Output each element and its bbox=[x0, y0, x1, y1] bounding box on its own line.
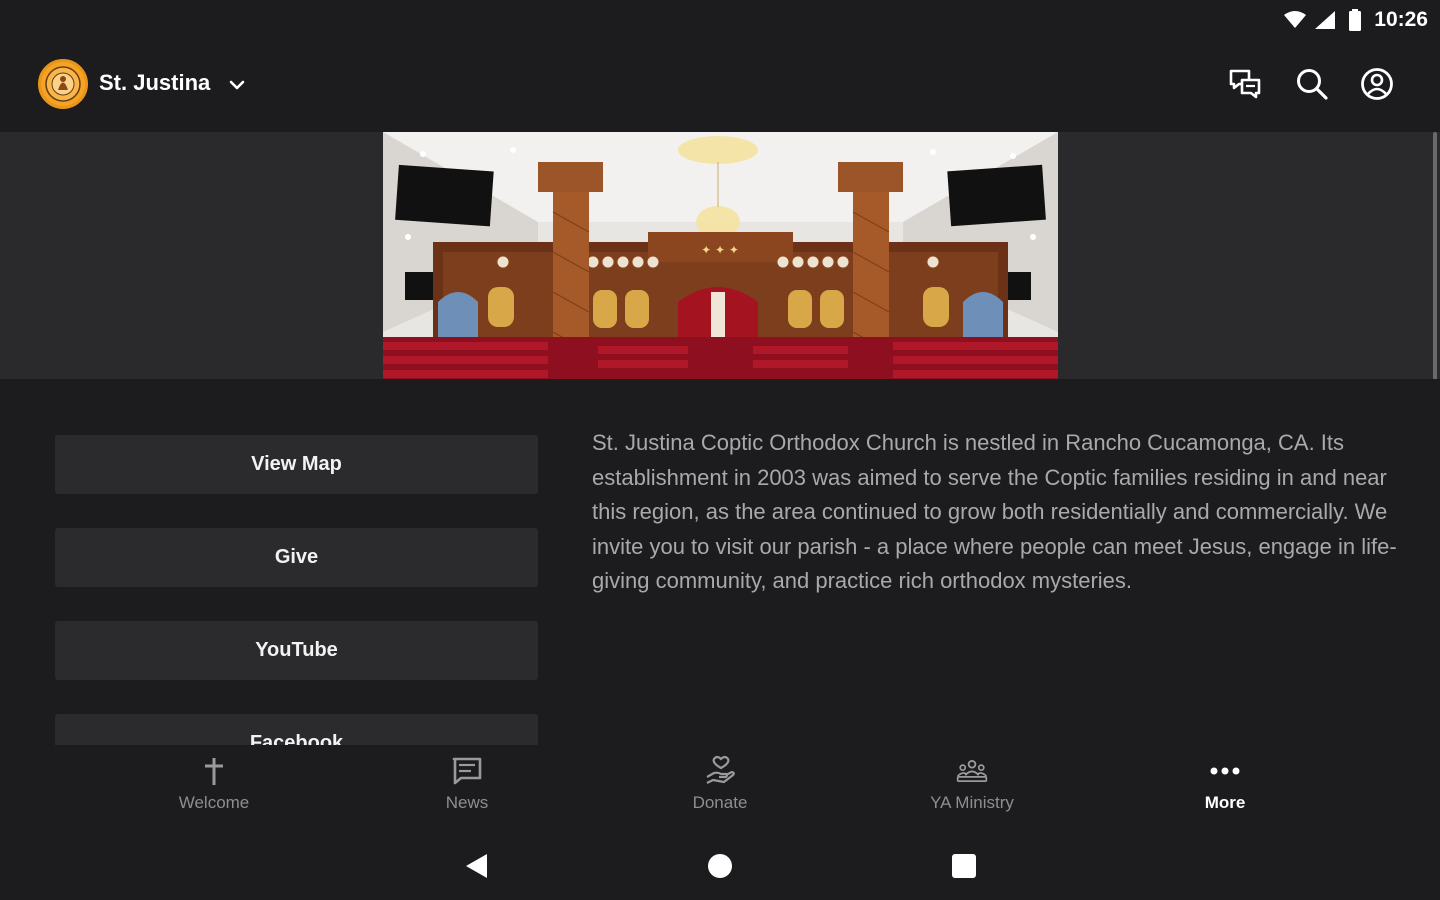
battery-icon bbox=[1344, 9, 1366, 31]
give-button[interactable]: Give bbox=[55, 528, 538, 587]
nav-label-news: News bbox=[445, 793, 489, 812]
home-icon[interactable] bbox=[705, 851, 735, 881]
group-icon bbox=[956, 755, 988, 787]
nav-label-more: More bbox=[1204, 793, 1246, 812]
cell-signal-icon bbox=[1314, 9, 1336, 31]
system-navigation bbox=[0, 833, 1440, 900]
nav-label-ya-ministry: YA Ministry bbox=[930, 793, 1014, 812]
nav-item-more[interactable]: More bbox=[1145, 755, 1305, 825]
status-bar: 10:26 bbox=[0, 0, 1440, 40]
nav-item-donate[interactable]: Donate bbox=[640, 755, 800, 825]
search-icon[interactable] bbox=[1292, 64, 1332, 104]
cross-icon bbox=[198, 755, 230, 787]
back-icon[interactable] bbox=[461, 851, 491, 881]
parish-name[interactable]: St. Justina bbox=[99, 70, 210, 96]
more-icon bbox=[1209, 755, 1241, 787]
status-time: 10:26 bbox=[1374, 8, 1428, 31]
hero-banner: ✦ ✦ ✦ bbox=[0, 132, 1440, 379]
app-bar: St. Justina bbox=[0, 40, 1440, 132]
nav-item-welcome[interactable]: Welcome bbox=[134, 755, 294, 825]
bottom-navigation: Welcome News Donate YA Ministry More bbox=[0, 745, 1440, 833]
donate-icon bbox=[704, 755, 736, 787]
parish-description: St. Justina Coptic Orthodox Church is ne… bbox=[592, 430, 1397, 593]
nav-item-news[interactable]: News bbox=[387, 755, 547, 825]
chevron-down-icon[interactable] bbox=[226, 74, 248, 96]
account-icon[interactable] bbox=[1357, 64, 1397, 104]
parish-logo[interactable] bbox=[38, 59, 88, 109]
chat-icon[interactable] bbox=[1225, 64, 1265, 104]
church-interior-image: ✦ ✦ ✦ bbox=[383, 132, 1058, 379]
nav-item-ya-ministry[interactable]: YA Ministry bbox=[892, 755, 1052, 825]
youtube-button[interactable]: YouTube bbox=[55, 621, 538, 680]
svg-text:✦ ✦ ✦: ✦ ✦ ✦ bbox=[701, 243, 739, 257]
facebook-button[interactable]: Facebook bbox=[55, 714, 538, 745]
wifi-icon bbox=[1284, 9, 1307, 31]
recents-icon[interactable] bbox=[949, 851, 979, 881]
nav-label-welcome: Welcome bbox=[178, 793, 250, 812]
content-area: View Map Give YouTube Facebook St. Justi… bbox=[0, 379, 1440, 745]
view-map-button[interactable]: View Map bbox=[55, 435, 538, 494]
nav-label-donate: Donate bbox=[692, 793, 748, 812]
news-icon bbox=[451, 755, 483, 787]
